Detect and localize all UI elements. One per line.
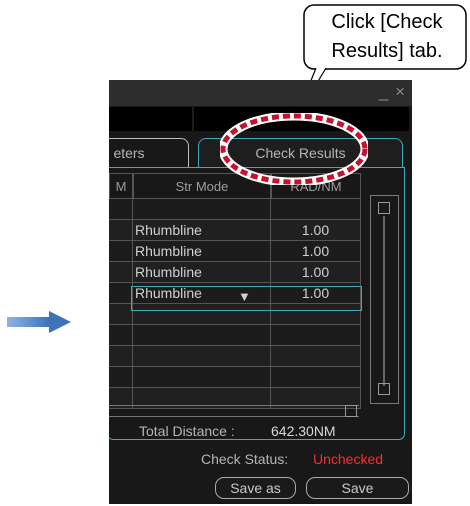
- cell-rad[interactable]: [271, 325, 361, 346]
- cell-rad[interactable]: 1.00: [271, 241, 361, 262]
- check-status-value: Unchecked: [313, 451, 384, 467]
- callout-line-1: Click [Check: [331, 11, 443, 33]
- cell-index[interactable]: [109, 241, 133, 262]
- cell-mode[interactable]: [133, 367, 271, 388]
- cell-rad[interactable]: 1.00: [271, 262, 361, 283]
- highlight-ellipse: [220, 113, 368, 185]
- cell-rad[interactable]: 1.00: [271, 220, 361, 241]
- scroll-down-icon[interactable]: [378, 383, 390, 395]
- dropdown-arrow-icon[interactable]: ▼: [238, 289, 251, 304]
- horizontal-scrollbar[interactable]: [109, 405, 359, 417]
- window-controls[interactable]: _ ×: [379, 82, 406, 102]
- callout-line-2: Results] tab.: [331, 40, 443, 62]
- cell-index[interactable]: [109, 220, 133, 241]
- cell-mode[interactable]: Rhumbline: [133, 262, 271, 283]
- save-button[interactable]: Save: [306, 477, 409, 499]
- cell-rad[interactable]: [271, 199, 361, 220]
- cell-index[interactable]: [109, 346, 133, 367]
- cell-mode[interactable]: [133, 199, 271, 220]
- cell-index[interactable]: [109, 304, 133, 325]
- vertical-scrollbar[interactable]: [370, 195, 399, 404]
- column-header-m: M: [109, 173, 133, 199]
- cell-mode[interactable]: Rhumbline: [133, 241, 271, 262]
- check-status-label: Check Status:: [201, 451, 289, 467]
- callout-text: Click [Check Results] tab.: [309, 8, 465, 66]
- tab-parameters[interactable]: eters: [109, 138, 189, 167]
- cell-index[interactable]: [109, 262, 133, 283]
- total-distance-label: Total Distance :: [139, 423, 235, 439]
- cell-index[interactable]: [109, 367, 133, 388]
- save-as-button[interactable]: Save as: [215, 477, 296, 499]
- total-distance-value: 642.30NM: [271, 423, 336, 439]
- right-arrow-icon: [7, 311, 71, 333]
- cell-index[interactable]: [109, 283, 133, 304]
- cell-index[interactable]: [109, 325, 133, 346]
- scroll-up-icon[interactable]: [378, 202, 390, 214]
- title-bar: _ ×: [109, 80, 412, 106]
- scroll-right-icon[interactable]: [345, 405, 357, 417]
- scroll-track[interactable]: [383, 216, 385, 386]
- cell-rad[interactable]: [271, 346, 361, 367]
- cell-mode[interactable]: Rhumbline: [133, 220, 271, 241]
- cell-rad[interactable]: [271, 367, 361, 388]
- cell-mode[interactable]: [133, 346, 271, 367]
- selected-row-highlight: ▼: [131, 286, 362, 311]
- cell-mode[interactable]: [133, 325, 271, 346]
- cell-index[interactable]: [109, 199, 133, 220]
- name-bar-divider: [192, 107, 194, 131]
